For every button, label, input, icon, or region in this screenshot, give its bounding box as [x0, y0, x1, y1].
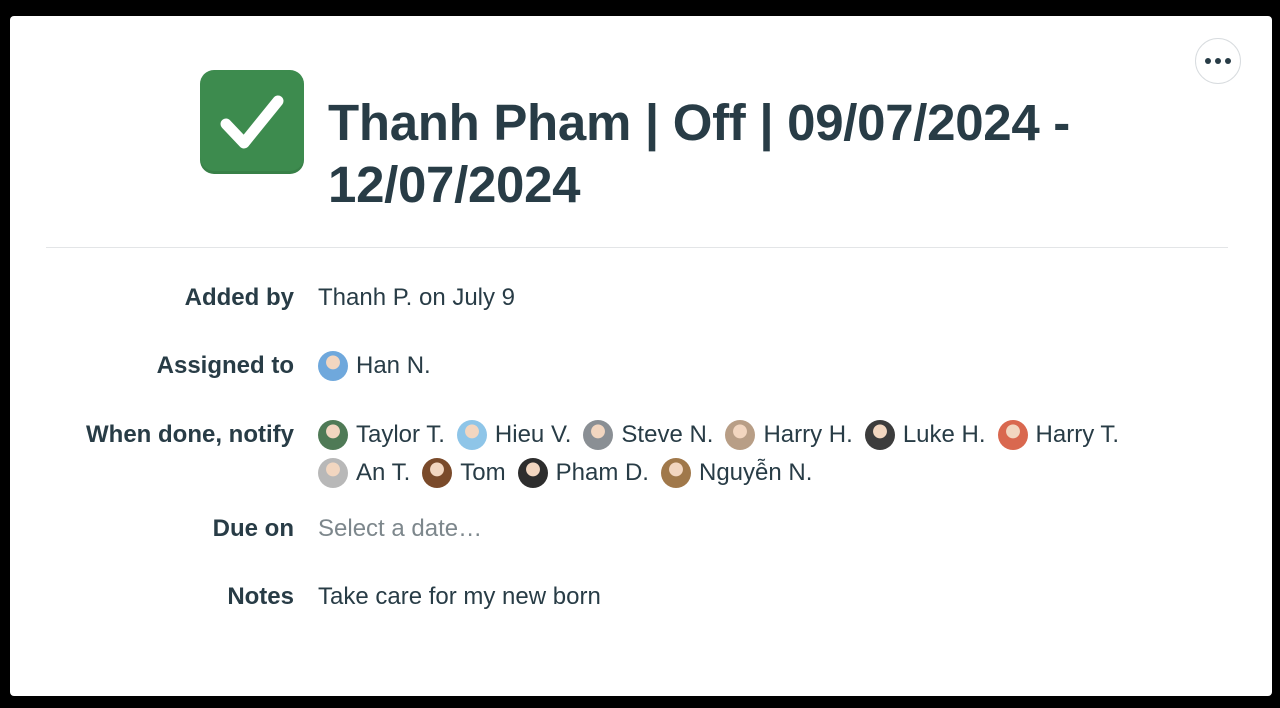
person-name: Harry T.: [1035, 421, 1120, 448]
person-name: Hieu V.: [494, 421, 572, 448]
photo-avatar: [318, 458, 348, 488]
person-chip[interactable]: Han N.: [318, 351, 431, 381]
person-chip[interactable]: Hieu V.: [456, 420, 572, 450]
person-name: Taylor T.: [356, 421, 445, 448]
checkmark-icon: [220, 95, 284, 149]
completed-checkbox[interactable]: [200, 70, 304, 174]
photo-avatar: [517, 458, 548, 488]
person-name: Han N.: [356, 352, 431, 379]
person-name: Tom: [460, 459, 506, 486]
photo-avatar: [725, 420, 756, 450]
photo-avatar: [318, 420, 348, 450]
person-name: Nguyễn N.: [698, 459, 813, 486]
divider: [46, 247, 1228, 248]
due-date-picker[interactable]: Select a date…: [318, 515, 482, 543]
notify-list: Taylor T. Hieu V. Steve N. Harry H. Luke H. H…: [318, 416, 1218, 492]
photo-avatar: [864, 420, 895, 450]
todo-card: Thanh Pham | Off | 09/07/2024 - 12/07/20…: [10, 16, 1272, 696]
person-name: Harry H.: [763, 421, 853, 448]
person-chip[interactable]: Tom: [422, 458, 506, 488]
more-options-button[interactable]: [1195, 38, 1241, 84]
person-chip[interactable]: Pham D.: [517, 458, 649, 488]
assigned-to-list: Han N.: [318, 347, 443, 385]
notes-label: Notes: [227, 583, 294, 610]
person-chip[interactable]: Taylor T.: [318, 420, 445, 450]
person-chip[interactable]: Harry H.: [725, 420, 853, 450]
more-options-icon-dot: [1215, 58, 1221, 64]
assigned-to-label: Assigned to: [156, 352, 294, 379]
notify-label: When done, notify: [86, 421, 294, 448]
person-chip[interactable]: Nguyễn N.: [660, 458, 813, 488]
person-name: Luke H.: [902, 421, 986, 448]
person-name: Pham D.: [555, 459, 649, 486]
more-options-icon: [1205, 58, 1211, 64]
person-chip[interactable]: Steve N.: [583, 420, 713, 450]
added-by-label: Added by: [184, 284, 294, 311]
more-options-icon-dot: [1225, 58, 1231, 64]
photo-avatar: [422, 458, 453, 488]
photo-avatar: [660, 458, 691, 488]
sky-avatar: [456, 420, 487, 450]
notes-value[interactable]: Take care for my new born: [318, 583, 601, 611]
person-chip[interactable]: Luke H.: [864, 420, 986, 450]
person-chip[interactable]: An T.: [318, 458, 410, 488]
todo-title[interactable]: Thanh Pham | Off | 09/07/2024 - 12/07/20…: [328, 92, 1088, 216]
cartoon-avatar: [997, 420, 1028, 450]
person-name: Steve N.: [621, 421, 714, 448]
photo-avatar: [583, 420, 614, 450]
cartoon-avatar: [318, 351, 348, 381]
person-name: An T.: [356, 459, 411, 486]
due-on-label: Due on: [212, 515, 294, 542]
person-chip[interactable]: Harry T.: [997, 420, 1120, 450]
added-by-value: Thanh P. on July 9: [318, 284, 516, 311]
